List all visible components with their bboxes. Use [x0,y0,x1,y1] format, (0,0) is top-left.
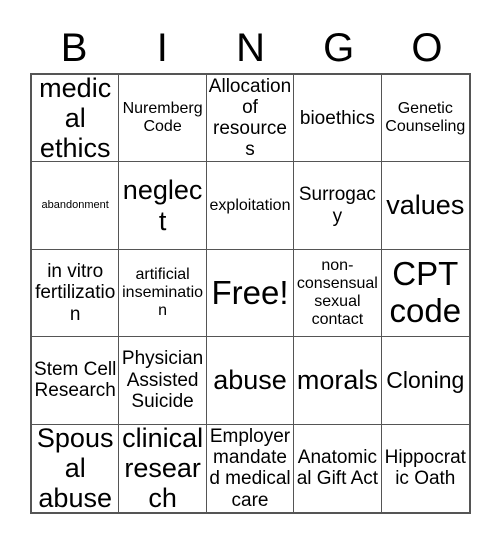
bingo-cell-label: artificial insemination [122,266,204,319]
bingo-cell-r5c4[interactable]: Anatomical Gift Act [294,424,382,512]
bingo-cell-r5c1[interactable]: Spousal abuse [32,424,120,512]
bingo-cell-label: Allocation of resources [208,75,292,161]
bingo-cell-r2c5[interactable]: values [381,162,469,250]
bingo-cell-r5c2[interactable]: clinical research [119,424,207,512]
bingo-cell-r3c1[interactable]: in vitro fertilization [32,249,120,338]
bingo-cell-label: Stem Cell Research [34,359,117,402]
bingo-cell-label: abuse [213,365,287,396]
bingo-cell-label: abandonment [41,199,109,212]
bingo-cell-label: Anatomical Gift Act [296,447,379,490]
bingo-cell-r2c4[interactable]: Surrogacy [294,162,382,250]
bingo-cell-r3c2[interactable]: artificial insemination [119,249,207,338]
bingo-cell-r1c4[interactable]: bioethics [294,75,382,163]
bingo-cell-r4c4[interactable]: morals [294,337,382,425]
bingo-cell-r3c5[interactable]: CPT code [381,249,469,338]
bingo-cell-label: Genetic Counseling [385,100,466,136]
bingo-cell-label: Physician Assisted Suicide [121,348,204,413]
bingo-cell-r2c3[interactable]: exploitation [206,162,295,250]
bingo-cell-label: values [386,190,465,221]
bingo-cell-r5c3[interactable]: Employer mandated medical care [206,424,295,512]
bingo-cell-label: CPT code [389,255,462,329]
bingo-header-letter-o: O [411,25,443,70]
bingo-cell-r1c1[interactable]: medical ethics [32,75,120,163]
bingo-cell-label: bioethics [299,107,375,129]
bingo-cell-label: exploitation [209,196,291,214]
bingo-cell-r1c3[interactable]: Allocation of resources [206,75,295,163]
bingo-cell-r3c4[interactable]: non-consensual sexual contact [294,249,382,338]
bingo-cell-label: morals [296,365,378,396]
bingo-cell-label: Nuremberg Code [122,100,203,136]
bingo-cell-r4c5[interactable]: Cloning [381,337,469,425]
bingo-grid: medical ethics Nuremberg Code Allocation… [30,73,471,514]
bingo-cell-r2c2[interactable]: neglect [119,162,207,250]
bingo-cell-r2c1[interactable]: abandonment [32,162,120,250]
bingo-cell-label: Cloning [386,366,465,393]
bingo-header-letter-i: I [156,25,168,70]
bingo-cell-r4c2[interactable]: Physician Assisted Suicide [119,337,207,425]
bingo-cell-r4c1[interactable]: Stem Cell Research [32,337,120,425]
bingo-cell-r1c5[interactable]: Genetic Counseling [381,75,469,163]
free-space-label: Free! [211,273,289,311]
bingo-header-row: B I N G O [30,22,471,73]
bingo-cell-label: Surrogacy [298,184,376,227]
bingo-cell-free-space[interactable]: Free! [206,249,295,338]
bingo-card: B I N G O medical ethics Nuremberg Code … [0,0,500,544]
bingo-cell-r1c2[interactable]: Nuremberg Code [119,75,207,163]
bingo-cell-label: medical ethics [39,75,112,163]
bingo-cell-label: neglect [122,175,203,236]
bingo-header-letter-n: N [236,25,265,70]
bingo-cell-label: Hippocratic Oath [384,447,466,490]
bingo-cell-label: in vitro fertilization [35,261,116,325]
bingo-cell-r5c5[interactable]: Hippocratic Oath [381,424,469,512]
bingo-cell-r4c3[interactable]: abuse [206,337,295,425]
bingo-cell-label: clinical research [122,424,204,512]
bingo-cell-label: Employer mandated medical care [209,425,291,511]
bingo-cell-label: non-consensual sexual contact [296,257,378,328]
bingo-header-letter-g: G [323,25,355,70]
bingo-cell-label: Spousal abuse [36,424,114,512]
bingo-header-letter-b: B [60,25,88,70]
